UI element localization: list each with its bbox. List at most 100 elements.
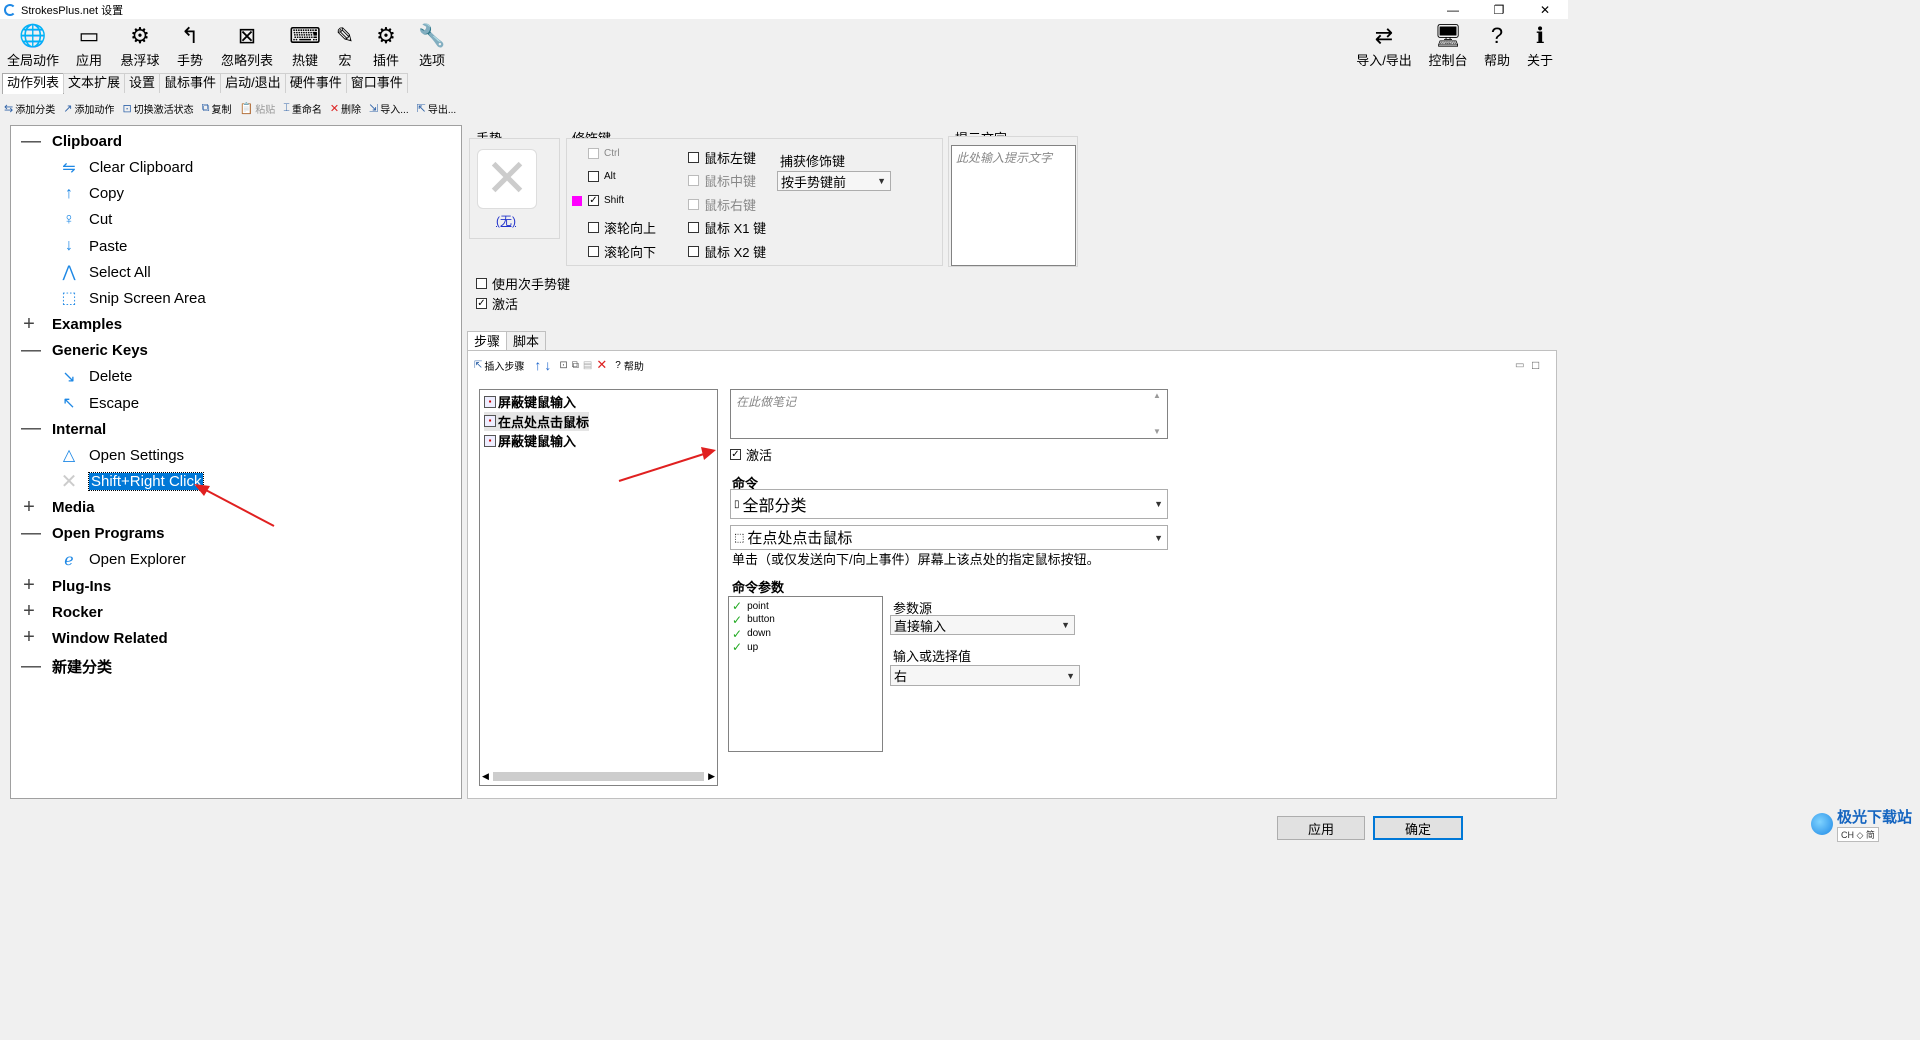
modifier-checkbox-9[interactable]: 鼠标 X2 键: [688, 242, 766, 261]
modifier-checkbox-1[interactable]: Alt: [588, 171, 616, 182]
note-scroll-down-icon[interactable]: ▼: [1153, 427, 1161, 436]
tree-item[interactable]: ⇋ Clear Clipboard: [62, 159, 193, 177]
param-item[interactable]: ✓ up: [732, 640, 758, 654]
modifier-checkbox-6[interactable]: 鼠标中键: [688, 171, 756, 190]
checkbox-box[interactable]: [588, 148, 599, 159]
step-list-scrollbar[interactable]: ◀ ▶: [482, 770, 715, 783]
param-item[interactable]: ✓ down: [732, 627, 771, 641]
collapse-icon[interactable]: —: [21, 418, 41, 438]
checkbox-box[interactable]: [588, 222, 599, 233]
param-item[interactable]: ✓ point: [732, 599, 769, 613]
action-toolbar-button-2[interactable]: ⊡ 切换激活状态: [122, 101, 193, 116]
checkbox-box[interactable]: [476, 278, 487, 289]
step-tab-0[interactable]: 步骤: [467, 331, 508, 351]
checkbox-box[interactable]: [688, 199, 699, 210]
collapse-icon[interactable]: —: [21, 340, 41, 360]
param-item[interactable]: ✓ button: [732, 613, 775, 627]
tree-category[interactable]: — Clipboard: [21, 131, 122, 151]
toggle-step-icon[interactable]: ⊡: [559, 360, 567, 371]
paste-step-icon[interactable]: ▤: [583, 360, 592, 371]
modifier-checkbox-5[interactable]: 鼠标左键: [688, 148, 756, 167]
expand-icon[interactable]: +: [21, 314, 37, 334]
tree-item[interactable]: ⬚ Snip Screen Area: [61, 290, 205, 308]
tab-4[interactable]: 启动/退出: [220, 73, 286, 93]
step-item[interactable]: ▪ 屏蔽键鼠输入: [484, 431, 576, 450]
move-down-icon[interactable]: ↓: [544, 357, 551, 373]
maximize-panel-icon[interactable]: □: [1532, 358, 1539, 372]
note-scroll-up-icon[interactable]: ▲: [1153, 391, 1161, 400]
delete-step-icon[interactable]: ✕: [596, 357, 607, 373]
tab-5[interactable]: 硬件事件: [284, 73, 347, 93]
tree-category[interactable]: — Internal: [21, 418, 106, 438]
checkbox-box[interactable]: [588, 246, 599, 257]
tree-category[interactable]: + Rocker: [23, 601, 103, 621]
modifier-checkbox-2[interactable]: ✓ Shift: [588, 195, 624, 206]
checkbox-box[interactable]: ✓: [730, 449, 741, 460]
action-toolbar-button-4[interactable]: 📋 粘贴: [240, 101, 276, 116]
tree-category[interactable]: + Examples: [23, 314, 122, 334]
gesture-none-link[interactable]: (无): [496, 212, 516, 229]
modifier-checkbox-0[interactable]: Ctrl: [588, 148, 620, 159]
copy-step-icon[interactable]: ⧉: [572, 360, 579, 371]
tab-6[interactable]: 窗口事件: [345, 73, 408, 93]
modifier-checkbox-8[interactable]: 鼠标 X1 键: [688, 218, 766, 237]
modifier-checkbox-7[interactable]: 鼠标右键: [688, 195, 756, 214]
step-help-button[interactable]: 帮助: [624, 358, 644, 373]
action-toolbar-button-6[interactable]: ✕ 删除: [330, 101, 361, 116]
step-tab-1[interactable]: 脚本: [506, 331, 547, 351]
tree-category[interactable]: + Window Related: [23, 627, 168, 647]
step-note-input[interactable]: 在此做笔记: [730, 389, 1168, 439]
expand-icon[interactable]: +: [21, 497, 37, 517]
tree-category[interactable]: + Media: [23, 497, 94, 517]
param-source-select[interactable]: 直接输入 ▼: [890, 615, 1075, 635]
scrollbar-thumb[interactable]: [492, 772, 705, 781]
scroll-left-icon[interactable]: ◀: [482, 771, 489, 782]
toolbar-button-8[interactable]: 🔧 选项: [402, 23, 462, 69]
tab-2[interactable]: 设置: [124, 73, 161, 93]
step-active-checkbox[interactable]: ✓ 激活: [730, 445, 772, 464]
tree-item[interactable]: ↘ Delete: [62, 368, 132, 386]
tree-item[interactable]: ⋀ Select All: [62, 264, 150, 282]
gesture-preview-icon[interactable]: ✕: [477, 149, 537, 209]
collapse-icon[interactable]: —: [21, 523, 41, 543]
command-category-select[interactable]: ▯ 全部分类 ▼: [730, 489, 1168, 519]
tree-category[interactable]: — 新建分类: [21, 656, 112, 677]
toolbar-right-button-0[interactable]: ⇄ 导入/导出: [1354, 23, 1414, 69]
action-toolbar-button-5[interactable]: ⌶ 重命名: [283, 101, 322, 116]
close-button[interactable]: ✕: [1522, 0, 1568, 19]
params-list[interactable]: ✓ point ✓ button ✓ down ✓ up: [728, 596, 883, 752]
checkbox-box[interactable]: ✓: [476, 298, 487, 309]
expand-icon[interactable]: +: [21, 575, 37, 595]
checkbox-box[interactable]: [688, 152, 699, 163]
step-item[interactable]: ▪ 在点处点击鼠标: [484, 411, 590, 431]
action-toolbar-button-7[interactable]: ⇲ 导入...: [369, 101, 409, 116]
ok-button[interactable]: 确定: [1373, 816, 1463, 840]
tree-category[interactable]: — Generic Keys: [21, 340, 148, 360]
expand-icon[interactable]: +: [21, 601, 37, 621]
tree-item[interactable]: ↖ Escape: [62, 395, 139, 413]
toolbar-button-3[interactable]: ↰ 手势: [160, 23, 220, 69]
tree-item[interactable]: ✕ Shift+Right Click: [61, 471, 205, 493]
insert-step-button[interactable]: ⇱ 插入步骤: [474, 358, 524, 373]
checkbox-box[interactable]: [688, 246, 699, 257]
minimize-panel-icon[interactable]: ▭: [1515, 360, 1524, 371]
hint-text-input[interactable]: 此处输入提示文字: [951, 145, 1076, 266]
checkbox-box[interactable]: [688, 175, 699, 186]
action-toolbar-button-1[interactable]: ↗ 添加动作: [63, 101, 114, 116]
move-up-icon[interactable]: ↑: [534, 357, 541, 373]
tab-1[interactable]: 文本扩展: [63, 73, 126, 93]
tree-item[interactable]: ↓ Paste: [65, 237, 127, 255]
action-active-checkbox[interactable]: ✓ 激活: [476, 294, 518, 313]
tree-item[interactable]: ↑ Copy: [65, 185, 124, 203]
modifier-checkbox-4[interactable]: 滚轮向下: [588, 242, 656, 261]
scroll-right-icon[interactable]: ▶: [708, 771, 715, 782]
param-value-select[interactable]: 右 ▼: [890, 665, 1080, 686]
collapse-icon[interactable]: —: [21, 131, 41, 151]
secondary-gesture-checkbox[interactable]: 使用次手势键: [476, 274, 570, 293]
collapse-icon[interactable]: —: [21, 656, 41, 676]
action-toolbar-button-8[interactable]: ⇱ 导出...: [417, 101, 457, 116]
expand-icon[interactable]: +: [21, 627, 37, 647]
action-tree[interactable]: — Clipboard ⇋ Clear Clipboard ↑ Copy ♀ Cut ↓ Past…: [10, 125, 462, 799]
tree-item[interactable]: ℯ Open Explorer: [64, 551, 185, 569]
toolbar-right-button-3[interactable]: ℹ 关于: [1510, 23, 1570, 69]
